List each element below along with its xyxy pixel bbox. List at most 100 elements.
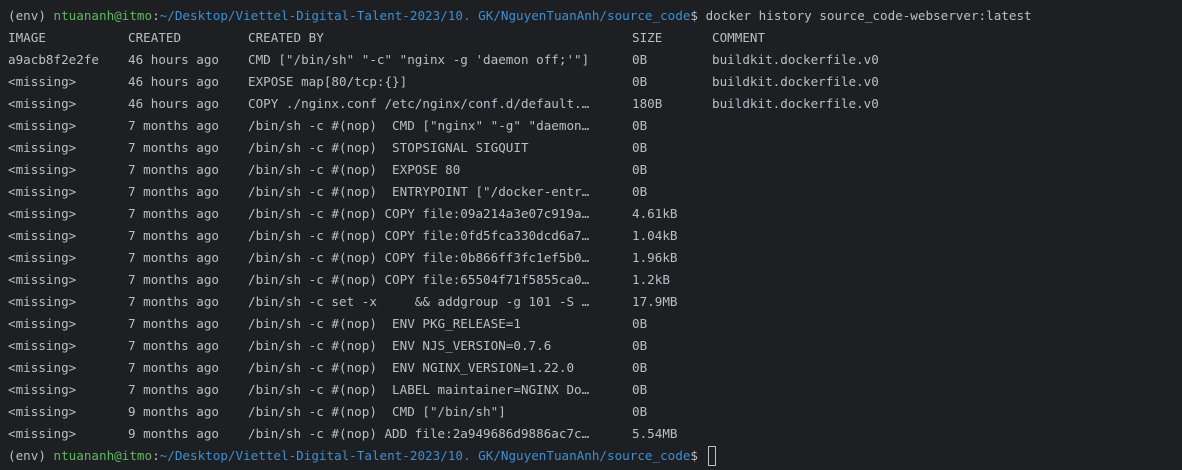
row-created: 46 hours ago	[128, 96, 219, 111]
row-created: 7 months ago	[128, 206, 219, 221]
row-comment: buildkit.dockerfile.v0	[712, 74, 879, 89]
history-row: a9acb8f2e2fe 46 hours ago CMD ["/bin/sh" "…	[8, 49, 1182, 71]
command-text: docker history source_code-webserver:lat…	[705, 8, 1032, 23]
row-created-by: /bin/sh -c #(nop) ENTRYPOINT ["/docker-e…	[248, 184, 590, 199]
row-created-by: /bin/sh -c #(nop) COPY file:65504f71f585…	[248, 272, 590, 287]
row-size: 1.96kB	[632, 250, 678, 265]
header-image: IMAGE	[8, 30, 46, 45]
row-image: <missing>	[8, 272, 77, 287]
env-indicator: (env)	[8, 8, 54, 23]
row-size: 0B	[632, 184, 648, 199]
row-created-by: /bin/sh -c #(nop) COPY file:09a214a3e07c…	[248, 206, 590, 221]
prompt-symbol: $	[690, 448, 706, 463]
header-created: CREATED	[128, 30, 182, 45]
row-created: 46 hours ago	[128, 74, 219, 89]
history-rows: a9acb8f2e2fe 46 hours ago CMD ["/bin/sh" "…	[8, 49, 1182, 445]
terminal-window[interactable]: (env) ntuananh@itmo:~/Desktop/Viettel-Di…	[0, 0, 1182, 470]
history-row: <missing> 7 months ago/bin/sh -c #(nop) C…	[8, 225, 1182, 247]
row-image: <missing>	[8, 118, 77, 133]
row-image: <missing>	[8, 184, 77, 199]
row-created-by: EXPOSE map[80/tcp:{}]	[248, 74, 408, 89]
history-row: <missing> 7 months ago/bin/sh -c #(nop) C…	[8, 203, 1182, 225]
row-created: 7 months ago	[128, 184, 219, 199]
history-row: <missing> 7 months ago/bin/sh -c #(nop) E…	[8, 335, 1182, 357]
history-row: <missing> 7 months ago/bin/sh -c #(nop) C…	[8, 247, 1182, 269]
row-created: 7 months ago	[128, 294, 219, 309]
row-size: 0B	[632, 162, 648, 177]
row-created: 7 months ago	[128, 162, 219, 177]
row-image: <missing>	[8, 338, 77, 353]
current-path: ~/Desktop/Viettel-Digital-Talent-2023/10…	[159, 8, 691, 23]
user-host: ntuananh@itmo	[53, 448, 153, 463]
row-created-by: /bin/sh -c set -x && addgroup -g 101 -S …	[248, 294, 590, 309]
row-size: 0B	[632, 382, 648, 397]
row-comment: buildkit.dockerfile.v0	[712, 52, 879, 67]
row-created-by: /bin/sh -c #(nop) CMD ["nginx" "-g" "dae…	[248, 118, 590, 133]
row-image: <missing>	[8, 206, 77, 221]
header-comment: COMMENT	[712, 30, 766, 45]
history-row: <missing> 9 months ago/bin/sh -c #(nop) C…	[8, 401, 1182, 423]
history-row: <missing> 7 months ago/bin/sh -c #(nop) E…	[8, 181, 1182, 203]
row-created-by: COPY ./nginx.conf /etc/nginx/conf.d/defa…	[248, 96, 590, 111]
row-created-by: /bin/sh -c #(nop) LABEL maintainer=NGINX…	[248, 382, 590, 397]
row-size: 0B	[632, 74, 648, 89]
row-image: a9acb8f2e2fe	[8, 52, 99, 67]
history-row: <missing> 7 months ago/bin/sh -c #(nop) C…	[8, 269, 1182, 291]
row-size: 0B	[632, 338, 648, 353]
row-size: 5.54MB	[632, 426, 678, 441]
row-created: 9 months ago	[128, 426, 219, 441]
command-prompt-line: (env) ntuananh@itmo:~/Desktop/Viettel-Di…	[8, 5, 1182, 27]
row-created-by: /bin/sh -c #(nop) ADD file:2a949686d9886…	[248, 426, 590, 441]
row-size: 0B	[632, 360, 648, 375]
row-comment: buildkit.dockerfile.v0	[712, 96, 879, 111]
row-created: 46 hours ago	[128, 52, 219, 67]
row-size: 0B	[632, 118, 648, 133]
prompt-separator: :	[152, 8, 160, 23]
row-created: 9 months ago	[128, 404, 219, 419]
row-created: 7 months ago	[128, 228, 219, 243]
history-row: <missing> 7 months ago/bin/sh -c #(nop) L…	[8, 379, 1182, 401]
row-image: <missing>	[8, 360, 77, 375]
row-created-by: CMD ["/bin/sh" "-c" "nginx -g 'daemon of…	[248, 52, 590, 67]
row-image: <missing>	[8, 316, 77, 331]
row-size: 0B	[632, 140, 648, 155]
row-image: <missing>	[8, 162, 77, 177]
history-row: <missing> 7 months ago/bin/sh -c #(nop) C…	[8, 115, 1182, 137]
history-row: <missing> 46 hours ago COPY ./nginx.conf /…	[8, 93, 1182, 115]
row-image: <missing>	[8, 74, 77, 89]
row-created-by: /bin/sh -c #(nop) COPY file:0b866ff3fc1e…	[248, 250, 590, 265]
row-created: 7 months ago	[128, 250, 219, 265]
row-image: <missing>	[8, 96, 77, 111]
row-created-by: /bin/sh -c #(nop) EXPOSE 80	[248, 162, 461, 177]
current-path: ~/Desktop/Viettel-Digital-Talent-2023/10…	[159, 448, 691, 463]
input-prompt-line[interactable]: (env) ntuananh@itmo:~/Desktop/Viettel-Di…	[8, 445, 1182, 467]
history-row: <missing> 7 months ago/bin/sh -c #(nop) E…	[8, 313, 1182, 335]
row-created: 7 months ago	[128, 118, 219, 133]
row-created-by: /bin/sh -c #(nop) STOPSIGNAL SIGQUIT	[248, 140, 529, 155]
history-row: <missing> 7 months ago/bin/sh -c #(nop) S…	[8, 137, 1182, 159]
text-cursor[interactable]	[707, 445, 716, 466]
row-created: 7 months ago	[128, 140, 219, 155]
row-created-by: /bin/sh -c #(nop) CMD ["/bin/sh"]	[248, 404, 506, 419]
row-size: 1.04kB	[632, 228, 678, 243]
row-created-by: /bin/sh -c #(nop) ENV NGINX_VERSION=1.22…	[248, 360, 575, 375]
prompt-separator: :	[152, 448, 160, 463]
history-header-row: IMAGE CREATED CREATED BY SIZE COMMENT	[8, 27, 1182, 49]
row-size: 0B	[632, 316, 648, 331]
history-row: <missing> 46 hours ago EXPOSE map[80/tcp:{…	[8, 71, 1182, 93]
row-created-by: /bin/sh -c #(nop) ENV PKG_RELEASE=1	[248, 316, 521, 331]
row-created: 7 months ago	[128, 338, 219, 353]
row-size: 17.9MB	[632, 294, 678, 309]
row-created: 7 months ago	[128, 316, 219, 331]
row-size: 180B	[632, 96, 663, 111]
row-created: 7 months ago	[128, 272, 219, 287]
history-row: <missing> 7 months ago/bin/sh -c #(nop) E…	[8, 159, 1182, 181]
history-row: <missing> 7 months ago/bin/sh -c #(nop) E…	[8, 357, 1182, 379]
row-created-by: /bin/sh -c #(nop) ENV NJS_VERSION=0.7.6	[248, 338, 552, 353]
row-image: <missing>	[8, 140, 77, 155]
row-image: <missing>	[8, 382, 77, 397]
row-size: 0B	[632, 404, 648, 419]
row-created-by: /bin/sh -c #(nop) COPY file:0fd5fca330dc…	[248, 228, 590, 243]
row-image: <missing>	[8, 250, 77, 265]
row-size: 0B	[632, 52, 648, 67]
